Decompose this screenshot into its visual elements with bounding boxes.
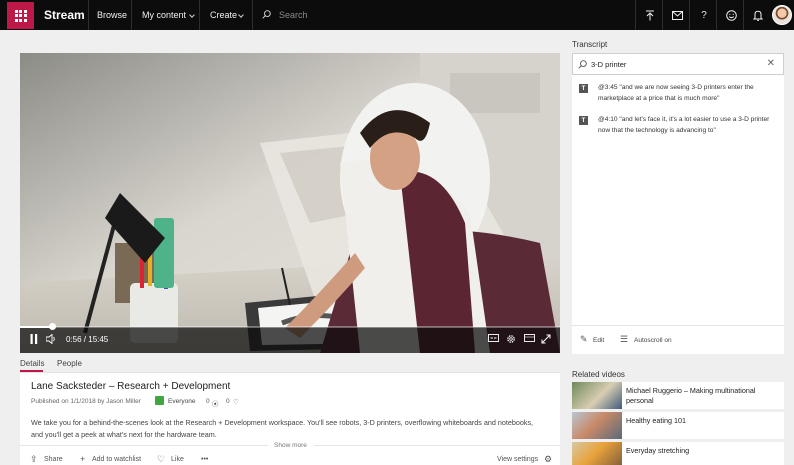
pause-icon: [30, 334, 38, 344]
feedback-button[interactable]: [716, 0, 745, 30]
help-button[interactable]: ?: [689, 0, 718, 30]
like-button[interactable]: Like: [171, 456, 184, 463]
like-icon: ♡: [157, 454, 166, 464]
mail-icon: [671, 10, 683, 20]
transcript-heading: Transcript: [572, 40, 608, 49]
autoscroll-icon: ☰: [620, 334, 629, 344]
nav-divider: [131, 0, 132, 30]
nav-browse[interactable]: Browse: [97, 10, 127, 20]
upload-icon: [646, 10, 654, 20]
related-video-item[interactable]: Healthy eating 101: [572, 412, 784, 439]
edit-transcript-button[interactable]: Edit: [593, 337, 604, 344]
published-info: Published on 1/1/2018 by Jason Miller: [31, 398, 141, 405]
video-thumbnail: [572, 412, 622, 439]
related-video-item[interactable]: Michael Ruggerio – Making multinational …: [572, 382, 784, 409]
transcript-type-badge: T: [579, 116, 588, 125]
heart-icon: ♡: [233, 399, 239, 406]
volume-button[interactable]: [45, 333, 57, 348]
tab-details[interactable]: Details: [20, 359, 44, 368]
video-frame-image: [20, 53, 560, 353]
video-description: We take you for a behind-the-scenes look…: [31, 418, 534, 439]
search-input[interactable]: Search: [279, 10, 308, 20]
playback-time: 0:56 / 15:45: [66, 335, 109, 344]
settings-button[interactable]: [506, 334, 516, 348]
chevron-down-icon: [238, 12, 244, 18]
chevron-down-icon: [189, 12, 195, 18]
tab-people[interactable]: People: [57, 359, 82, 368]
captions-button[interactable]: [488, 334, 499, 346]
like-count: 0: [226, 398, 230, 405]
related-videos-heading: Related videos: [572, 370, 625, 379]
pause-button[interactable]: [30, 334, 38, 348]
seek-bar-played: [20, 326, 53, 328]
gear-icon: ⚙: [544, 454, 553, 464]
fullscreen-icon: [541, 334, 551, 344]
edit-icon: ✎: [580, 334, 588, 344]
autoscroll-toggle[interactable]: Autoscroll on: [634, 337, 672, 344]
eye-icon: ⦿: [212, 401, 219, 408]
related-video-title: Healthy eating 101: [626, 416, 686, 425]
smiley-icon: [725, 9, 737, 21]
view-settings-button[interactable]: View settings: [497, 456, 538, 463]
nav-create[interactable]: Create: [210, 10, 237, 20]
avatar[interactable]: [772, 5, 792, 25]
notifications-button[interactable]: [743, 0, 772, 30]
add-icon: +: [80, 454, 86, 464]
video-title: Lane Sacksteder – Research + Development: [31, 381, 231, 392]
video-details-card: Lane Sacksteder – Research + Development…: [20, 372, 560, 465]
share-button[interactable]: Share: [44, 456, 63, 463]
video-thumbnail: [572, 442, 622, 465]
audience-label[interactable]: Everyone: [168, 398, 195, 405]
clear-search-button[interactable]: ✕: [767, 58, 775, 69]
share-icon: ⇪: [30, 454, 38, 464]
seek-bar[interactable]: [20, 323, 560, 330]
app-brand[interactable]: Stream: [44, 8, 85, 22]
volume-icon: [45, 333, 55, 345]
help-icon: ?: [701, 9, 707, 21]
add-to-watchlist-button[interactable]: Add to watchlist: [92, 456, 141, 463]
search-icon: [578, 60, 587, 69]
related-video-item[interactable]: Everyday stretching: [572, 442, 784, 465]
waffle-icon: [14, 9, 27, 22]
fullscreen-button[interactable]: [541, 334, 551, 348]
seek-handle[interactable]: [49, 323, 57, 330]
nav-divider: [252, 0, 253, 30]
video-player[interactable]: 0:56 / 15:45: [20, 53, 560, 353]
video-thumbnail: [572, 382, 622, 409]
notification-bell-icon: [753, 10, 763, 21]
more-options-button[interactable]: •••: [201, 456, 208, 463]
nav-divider: [199, 0, 200, 30]
theater-mode-button[interactable]: [524, 334, 535, 346]
transcript-type-badge: T: [579, 84, 588, 93]
transcript-footer: ✎ Edit ☰ Autoscroll on: [572, 325, 784, 354]
audience-icon: [155, 396, 164, 405]
transcript-text: @3:45 "and we are now seeing 3-D printer…: [598, 84, 754, 102]
view-count: 0: [206, 398, 210, 405]
related-video-title: Everyday stretching: [626, 446, 690, 455]
gear-icon: [507, 335, 515, 343]
upload-button[interactable]: [635, 0, 664, 30]
app-launcher-button[interactable]: [7, 2, 34, 29]
player-controls: 0:56 / 15:45: [20, 323, 560, 353]
top-bar: Stream Browse My content Create Search ?: [0, 0, 794, 30]
nav-divider: [88, 0, 89, 30]
nav-my-content[interactable]: My content: [142, 10, 186, 20]
transcript-search-value: 3-D printer: [591, 60, 627, 69]
show-more-link[interactable]: Show more: [274, 442, 307, 449]
transcript-text: @4:10 "and let's face it, it's a lot eas…: [598, 116, 770, 134]
theater-mode-icon: [524, 334, 535, 342]
related-video-title: Michael Ruggerio – Making multinational …: [626, 386, 756, 405]
closed-captions-icon: [488, 334, 499, 342]
transcript-search-input[interactable]: 3-D printer ✕: [572, 53, 784, 75]
messages-button[interactable]: [662, 0, 691, 30]
search-icon: [262, 10, 271, 19]
transcript-panel: 3-D printer ✕ T @3:45 "and we are now se…: [572, 53, 784, 354]
